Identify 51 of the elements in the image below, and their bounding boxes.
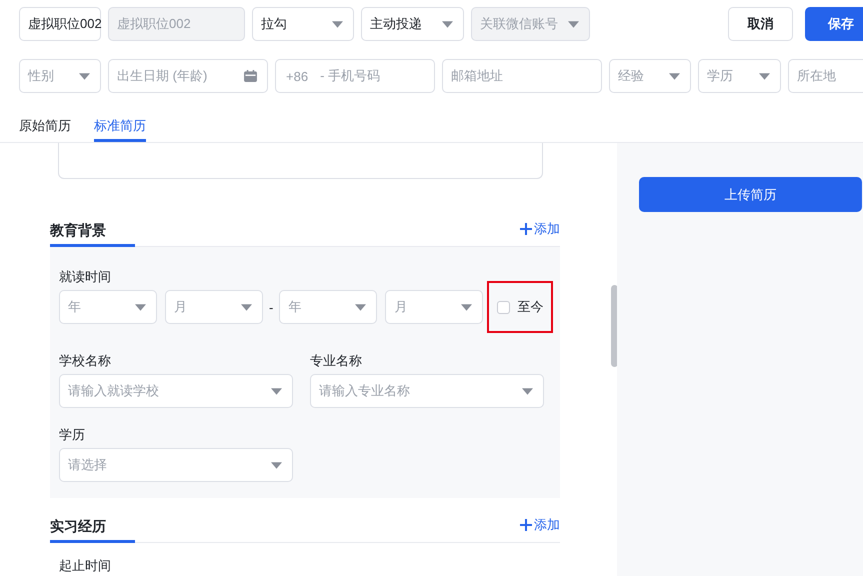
plus-icon bbox=[520, 519, 532, 531]
phone-field[interactable]: +86 - 手机号码 bbox=[275, 59, 435, 93]
tab[interactable]: 原始简历 bbox=[19, 117, 71, 142]
separator-text: - bbox=[269, 300, 274, 314]
checkbox-label: 至今 bbox=[517, 298, 544, 316]
select-field[interactable]: 请输入就读学校 bbox=[59, 374, 293, 408]
upload-button[interactable]: 上传简历 bbox=[639, 177, 862, 212]
tab[interactable]: 标准简历 bbox=[94, 117, 146, 142]
checkbox[interactable] bbox=[497, 300, 510, 314]
select-field[interactable]: 月 bbox=[385, 290, 484, 324]
cancel-button[interactable]: 取消 bbox=[728, 7, 793, 41]
field-label: 学历 bbox=[59, 426, 86, 443]
select-field[interactable]: 拉勾 bbox=[252, 7, 354, 41]
section-title: 实习经历 bbox=[50, 514, 135, 542]
select-field[interactable]: 年 bbox=[279, 290, 378, 324]
field-label: 起止时间 bbox=[59, 557, 112, 574]
select-field[interactable]: 请输入专业名称 bbox=[310, 374, 544, 408]
caret-icon bbox=[461, 304, 472, 310]
date-field[interactable]: 出生日期 (年龄) bbox=[108, 59, 268, 93]
scrollbar[interactable] bbox=[611, 285, 617, 367]
select-field[interactable]: 请选择 bbox=[59, 448, 293, 482]
select-field[interactable]: 经验 bbox=[609, 59, 691, 93]
select-field[interactable]: 性别 bbox=[19, 59, 101, 93]
caret-icon bbox=[241, 304, 252, 310]
caret-icon bbox=[568, 20, 579, 28]
calendar-icon bbox=[244, 70, 257, 82]
caret-icon bbox=[79, 72, 90, 80]
field-label: 专业名称 bbox=[310, 352, 363, 369]
caret-icon bbox=[355, 304, 366, 310]
caret-icon bbox=[271, 462, 282, 468]
caret-icon bbox=[271, 388, 282, 394]
select-field[interactable]: 月 bbox=[165, 290, 263, 324]
add-link[interactable]: 添加 bbox=[520, 218, 560, 240]
save-button[interactable]: 保存 bbox=[805, 7, 863, 41]
select-field[interactable]: 主动投递 bbox=[361, 7, 464, 41]
caret-icon bbox=[759, 72, 770, 80]
caret-icon bbox=[135, 304, 146, 310]
add-link[interactable]: 添加 bbox=[520, 514, 560, 536]
caret-icon bbox=[332, 20, 343, 28]
text-area[interactable] bbox=[58, 143, 543, 179]
select-field[interactable]: 年 bbox=[59, 290, 157, 324]
select-field[interactable]: 学历 bbox=[698, 59, 781, 93]
caret-icon bbox=[522, 388, 533, 394]
caret-icon bbox=[669, 72, 680, 80]
input-field[interactable]: 所在地 bbox=[788, 59, 863, 93]
field-label: 学校名称 bbox=[59, 352, 112, 369]
field-label: 就读时间 bbox=[59, 268, 112, 285]
caret-icon bbox=[442, 20, 453, 28]
plus-icon bbox=[520, 223, 532, 235]
input-field[interactable]: 虚拟职位002 bbox=[19, 7, 101, 41]
input-field[interactable]: 邮箱地址 bbox=[442, 59, 602, 93]
